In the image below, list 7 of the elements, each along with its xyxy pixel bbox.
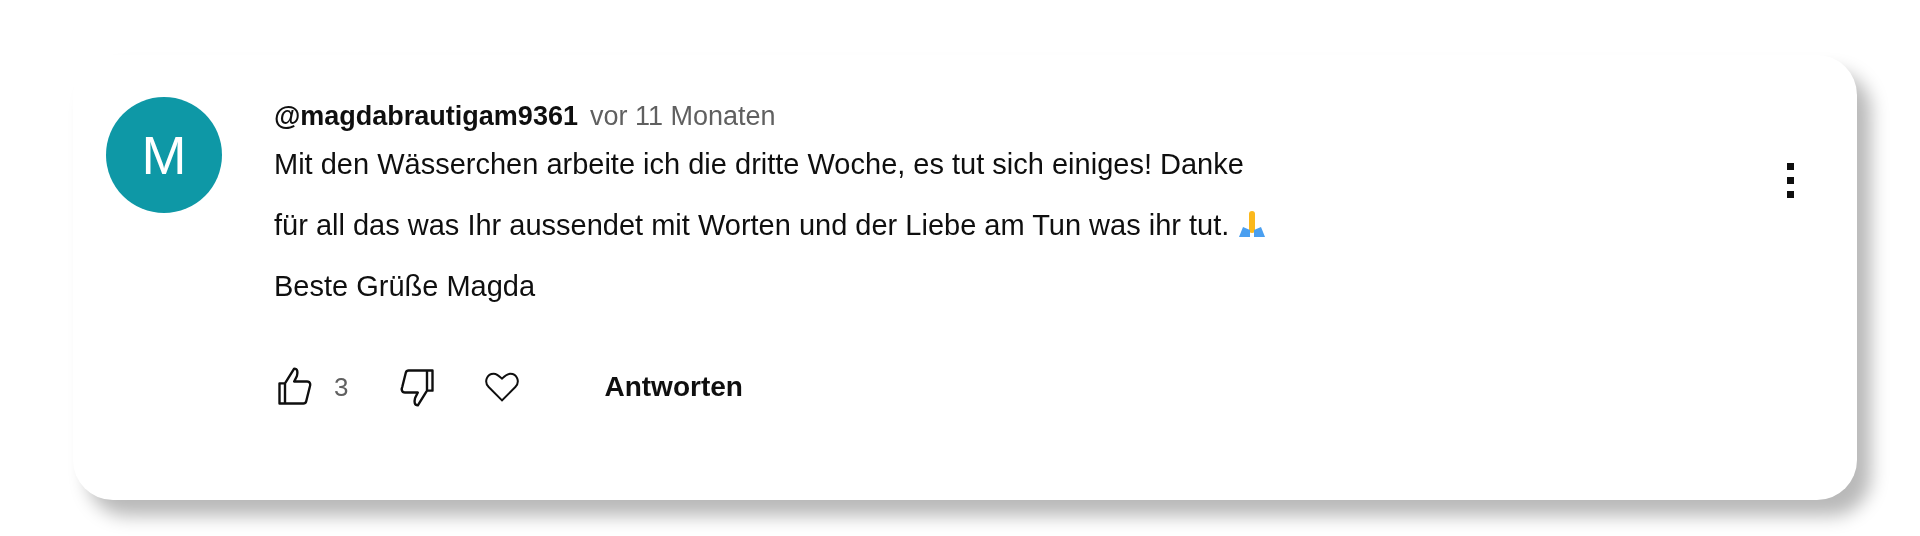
comment-signature: Beste Grüße Magda (274, 269, 537, 304)
like-count: 3 (334, 371, 349, 403)
author-name[interactable]: @magdabrautigam9361 (274, 101, 578, 132)
reply-button[interactable]: Antworten (604, 371, 743, 403)
comment-text: Mit den Wässerchen arbeite ich die dritte Woche, es tut sich einiges! Danke für all das was Ihr aussendet mit Worten und der Liebe am Tun was ihr tut. (274, 148, 1244, 241)
praying-hands-icon (1237, 209, 1268, 239)
comment-time[interactable]: vor 11 Monaten (589, 101, 776, 132)
